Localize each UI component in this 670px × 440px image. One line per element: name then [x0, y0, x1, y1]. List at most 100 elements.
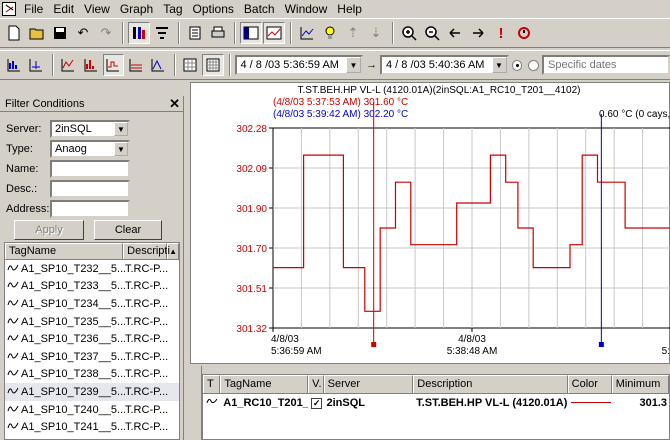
legend-header: T TagName V. Server Description Color Mi… — [203, 375, 669, 394]
axis-scale-icon[interactable] — [3, 54, 24, 76]
tag-list-item-desc: T.RC-P... — [125, 280, 169, 293]
tag-name-text: A1_SP10_T240__5... — [21, 403, 125, 416]
tag-list-item[interactable]: A1_SP10_T238__5... T.RC-P... — [5, 366, 179, 384]
alert-icon[interactable]: ! — [490, 22, 512, 44]
bottom-splitter[interactable] — [190, 366, 202, 440]
server-select[interactable]: 2inSQL ▼ — [50, 120, 130, 138]
tag-list-item[interactable]: A1_SP10_T241__5... T.RC-P... — [5, 418, 179, 436]
cursor1-handle[interactable] — [371, 342, 377, 347]
refresh-icon[interactable] — [513, 22, 535, 44]
trend-line-icon[interactable] — [296, 22, 318, 44]
trend-chart[interactable]: T.ST.BEH.HP VL-L (4120.01A)(2inSQL:A1_RC… — [190, 82, 670, 364]
new-file-icon[interactable] — [3, 22, 25, 44]
col-visible[interactable]: V. — [308, 375, 324, 393]
analog-tag-icon — [7, 333, 19, 345]
desc-label: Desc.: — [6, 183, 38, 195]
tag-list-item[interactable]: A1_SP10_T232__5... T.RC-P... — [5, 260, 179, 278]
menu-graph[interactable]: Graph — [115, 0, 158, 18]
grid-fine-icon[interactable] — [202, 54, 224, 76]
col-description[interactable]: Description — [413, 375, 568, 393]
chevron-down-icon[interactable]: ▼ — [114, 122, 128, 136]
clear-button[interactable]: Clear — [94, 220, 162, 240]
chart-view-icon[interactable] — [263, 22, 285, 44]
move-up-icon[interactable]: ⇡ — [342, 22, 364, 44]
axis-lock-icon[interactable] — [25, 54, 46, 76]
pan-right-icon[interactable] — [467, 22, 489, 44]
duration-radio[interactable] — [511, 59, 523, 71]
tag-list-item[interactable]: A1_SP10_T233__5... T.RC-P... — [5, 278, 179, 296]
type-select[interactable]: Anaog ▼ — [50, 140, 130, 158]
chevron-down-icon[interactable]: ▼ — [346, 57, 361, 73]
end-time-picker[interactable]: 4 / 8 /03 5:40:36 AM ▼ — [380, 55, 509, 75]
tag-legend-table: T TagName V. Server Description Color Mi… — [202, 374, 670, 440]
print-icon[interactable] — [207, 22, 229, 44]
zoom-out-icon[interactable] — [421, 22, 443, 44]
legend-row[interactable]: A1_RC10_T201_... ✓ 2inSQL T.ST.BEH.HP VL… — [203, 394, 669, 411]
col-description[interactable]: Descripti — [123, 243, 170, 259]
analog-tag-icon — [7, 404, 19, 416]
chart-type-3-icon[interactable] — [102, 54, 124, 76]
tag-list-item[interactable]: A1_SP10_T240__5... T.RC-P... — [5, 401, 179, 419]
col-server[interactable]: Server — [323, 375, 414, 393]
visible-checkbox[interactable]: ✓ — [311, 397, 323, 409]
col-color[interactable]: Color — [567, 375, 612, 393]
analog-tag-icon — [7, 368, 19, 380]
redo-icon[interactable]: ↷ — [95, 22, 117, 44]
zoom-in-icon[interactable] — [398, 22, 420, 44]
split-view-icon[interactable] — [240, 22, 262, 44]
menu-window[interactable]: Window — [280, 0, 333, 18]
menu-help[interactable]: Help — [332, 0, 367, 18]
chevron-down-icon[interactable]: ▼ — [491, 57, 507, 73]
chevron-down-icon[interactable]: ▼ — [114, 142, 128, 156]
chart-cursors[interactable] — [371, 102, 604, 347]
bulb-icon[interactable] — [319, 22, 341, 44]
tag-filter-icon[interactable] — [151, 22, 173, 44]
grid-toggle-icon[interactable] — [180, 54, 201, 76]
analog-tag-icon — [7, 263, 19, 275]
sort-arrow-icon[interactable]: ▲ — [167, 243, 179, 259]
chart-type-2-icon[interactable] — [80, 54, 101, 76]
tag-list-item[interactable]: A1_SP10_T234__5... T.RC-P... — [5, 295, 179, 313]
menu-batch[interactable]: Batch — [239, 0, 280, 18]
tag-list-item[interactable]: A1_SP10_T237__5... T.RC-P... — [5, 348, 179, 366]
name-input[interactable] — [50, 160, 130, 178]
tag-list-item[interactable]: A1_SP10_T235__5... T.RC-P... — [5, 313, 179, 331]
open-folder-icon[interactable] — [26, 22, 48, 44]
menu-file[interactable]: File — [19, 0, 48, 18]
menu-view[interactable]: View — [79, 0, 115, 18]
close-icon[interactable]: ✕ — [169, 97, 180, 110]
cursor2-handle[interactable] — [598, 342, 604, 347]
start-time-picker[interactable]: 4 / 8 /03 5:36:59 AM ▼ — [234, 55, 363, 75]
address-input[interactable] — [50, 200, 130, 218]
save-icon[interactable] — [49, 22, 71, 44]
col-tagname[interactable]: TagName — [5, 243, 124, 259]
specific-dates-radio[interactable] — [528, 59, 539, 71]
y-axis-ticks: 302.28 302.09 301.90 301.70 301.51 301.32 — [236, 124, 273, 335]
tag-list-rows: A1_SP10_T232__5... T.RC-P... A1_SP10_T233_… — [5, 260, 179, 440]
pan-left-icon[interactable] — [444, 22, 466, 44]
cursor-delta-label: 0.60 °C (0 cays, — [599, 109, 670, 120]
move-down-icon[interactable]: ⇣ — [365, 22, 387, 44]
tag-list-item[interactable]: A1_SP10_T242__5...T.RC-P... — [5, 436, 179, 440]
menu-options[interactable]: Options — [188, 0, 239, 18]
tag-list-item[interactable]: A1_SP10_T236__5... T.RC-P... — [5, 330, 179, 348]
undo-icon[interactable]: ↶ — [72, 22, 94, 44]
col-type[interactable]: T — [203, 375, 221, 393]
apply-button[interactable]: Apply — [14, 220, 84, 240]
trend-chart-svg[interactable]: T.ST.BEH.HP VL-L (4120.01A)(2inSQL:A1_RC… — [191, 83, 670, 365]
col-minimum[interactable]: Minimum — [611, 375, 669, 393]
chart-type-5-icon[interactable] — [147, 54, 168, 76]
tag-list-item[interactable]: A1_SP10_T239__5... T.RC-P... — [5, 383, 179, 401]
chart-type-1-icon[interactable] — [58, 54, 79, 76]
menu-tag[interactable]: Tag — [158, 0, 187, 18]
col-tagname[interactable]: TagName — [220, 375, 309, 393]
chart-title: T.ST.BEH.HP VL-L (4120.01A)(2inSQL:A1_RC… — [298, 85, 581, 96]
legend-color-swatch[interactable] — [570, 402, 611, 403]
properties-icon[interactable] — [184, 22, 206, 44]
menu-edit[interactable]: Edit — [48, 0, 79, 18]
specific-dates-input[interactable] — [542, 55, 670, 75]
app-icon[interactable] — [2, 2, 16, 16]
desc-input[interactable] — [50, 180, 130, 198]
chart-type-4-icon[interactable] — [125, 54, 146, 76]
tag-picker-icon[interactable] — [128, 22, 150, 44]
